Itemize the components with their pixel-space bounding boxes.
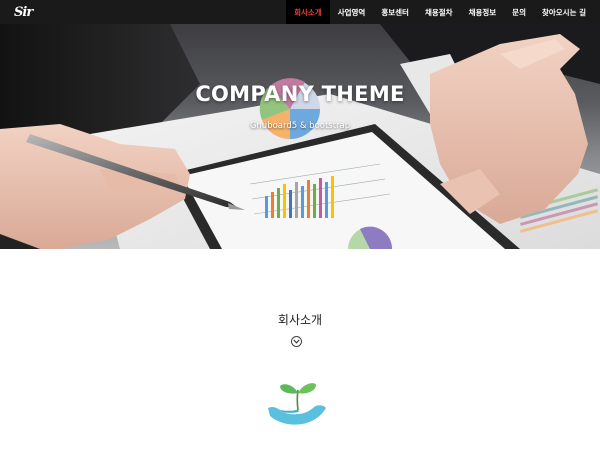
hero-banner: COMPANY THEME Gnuboard5 & bootstrap: [0, 24, 600, 249]
nav-item-business[interactable]: 사업영역: [330, 0, 374, 24]
main-nav: 회사소개 사업영역 홍보센터 채용절차 채용정보 문의 찾아오시는 길: [286, 0, 600, 24]
hero-title: COMPANY THEME: [195, 82, 405, 106]
nav-item-directions[interactable]: 찾아오시는 길: [534, 0, 594, 24]
nav-item-inquiry[interactable]: 문의: [504, 0, 534, 24]
section-title: 회사소개: [277, 313, 323, 327]
hero-subtitle: Gnuboard5 & bootstrap: [249, 121, 351, 131]
nav-item-recruit-info[interactable]: 채용정보: [461, 0, 505, 24]
nav-item-pr-center[interactable]: 홍보센터: [373, 0, 417, 24]
top-navbar: Sir 회사소개 사업영역 홍보센터 채용절차 채용정보 문의 찾아오시는 길: [0, 0, 600, 24]
sprout-in-hand-icon: [266, 380, 328, 430]
nav-item-recruit-process[interactable]: 채용절차: [417, 0, 461, 24]
chevron-down-icon: [293, 339, 300, 344]
logo[interactable]: Sir: [0, 0, 44, 24]
nav-item-company[interactable]: 회사소개: [286, 0, 330, 24]
business-meeting-photo: [0, 24, 600, 249]
chevron-down-circle-icon[interactable]: [291, 336, 302, 347]
logo-text: Sir: [14, 4, 33, 20]
